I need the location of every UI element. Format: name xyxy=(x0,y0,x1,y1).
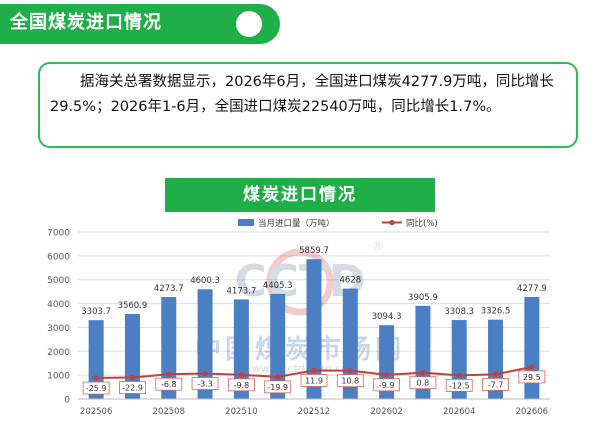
chart-title: 煤炭进口情况 xyxy=(243,185,357,205)
bar-value-label: 3308.3 xyxy=(444,307,474,317)
line-value-label: 0.8 xyxy=(417,379,430,388)
x-tick-label: 202506 xyxy=(80,407,112,417)
line-point xyxy=(202,370,208,377)
x-tick-label: 202604 xyxy=(443,407,475,417)
line-value-label: 10.8 xyxy=(341,377,359,386)
bar-value-label: 4277.9 xyxy=(517,284,547,294)
line-point xyxy=(384,372,390,378)
y-tick-label: 5000 xyxy=(47,276,70,286)
bar-value-label: 4173.7 xyxy=(227,286,257,296)
line-value-label: -6.8 xyxy=(161,380,177,389)
legend: 当月进口量（万吨） 同比(%) xyxy=(238,218,438,229)
line-point xyxy=(166,371,172,377)
y-axis: 0 1000 2000 3000 4000 5000 6000 7000 xyxy=(47,229,70,406)
line-point xyxy=(275,374,281,380)
x-tick-label: 202512 xyxy=(298,407,330,417)
line-value-label: -22.9 xyxy=(122,383,143,392)
bar-value-label: 3905.9 xyxy=(408,293,438,303)
line-value-label: 29.5 xyxy=(523,373,541,382)
line-point xyxy=(492,371,499,377)
bar-value-label: 3094.3 xyxy=(372,312,402,322)
legend-bar-label: 当月进口量（万吨） xyxy=(258,218,335,229)
legend-line-label: 同比(%) xyxy=(406,218,438,229)
line-point xyxy=(529,364,535,370)
x-tick-label: 202508 xyxy=(153,407,185,417)
x-tick-label: 202606 xyxy=(516,407,548,417)
summary-box: 据海关总署数据显示，2026年6月，全国进口煤炭4277.9万吨，同比增长29.… xyxy=(38,62,578,148)
y-tick-label: 3000 xyxy=(47,324,70,334)
y-tick-label: 0 xyxy=(64,396,70,406)
line-point xyxy=(93,375,99,381)
watermark-name: 中国煤炭市场网 xyxy=(195,334,405,365)
bar-value-label: 3560.9 xyxy=(118,301,148,311)
x-axis: 202506 202508 202510 202512 202602 202604 2026… xyxy=(78,398,550,417)
bar-value-label: 5859.7 xyxy=(299,246,329,256)
line-value-label: -25.9 xyxy=(86,384,107,393)
bar xyxy=(524,296,540,399)
line-value-label: -3.3 xyxy=(197,380,213,389)
line-value-label: -12.5 xyxy=(449,381,470,390)
legend-line-marker xyxy=(389,219,395,226)
line-point xyxy=(456,372,462,378)
bar-value-label: 4628 xyxy=(339,276,361,286)
bar-value-label: 3303.7 xyxy=(81,307,111,317)
y-tick-label: 4000 xyxy=(47,300,70,310)
header-banner: 全国煤炭进口情况 xyxy=(0,4,280,44)
coal-import-chart: 0 1000 2000 3000 4000 5000 6000 7000 CCTD ® 中国煤… xyxy=(47,218,550,417)
y-tick-label: 6000 xyxy=(47,252,70,262)
line-value-label: -9.8 xyxy=(234,381,250,390)
bar-value-label: 4405.3 xyxy=(263,281,293,291)
line-point xyxy=(238,372,244,378)
y-tick-label: 2000 xyxy=(47,348,70,358)
line-point xyxy=(311,367,317,374)
line-value-label: -9.9 xyxy=(379,381,395,390)
line-value-label: -19.9 xyxy=(267,383,288,392)
page-title: 全国煤炭进口情况 xyxy=(10,12,162,33)
y-tick-label: 1000 xyxy=(47,372,70,382)
summary-text: 据海关总署数据显示，2026年6月，全国进口煤炭4277.9万吨，同比增长29.… xyxy=(50,74,554,115)
line-value-label: 11.9 xyxy=(305,376,323,385)
watermark-registered: ® xyxy=(372,239,384,253)
line-point xyxy=(129,374,136,381)
bar-value-label: 3326.5 xyxy=(481,307,511,317)
line-point xyxy=(347,368,353,374)
chart-title-banner: 煤炭进口情况 xyxy=(165,178,435,212)
bar-value-label: 4600.3 xyxy=(190,276,220,286)
line-value-label: -7.7 xyxy=(488,380,504,389)
x-tick-label: 202602 xyxy=(370,407,402,417)
watermark: CCTD ® 中国煤炭市场网 www.cctd.com.cn xyxy=(195,239,405,375)
y-tick-label: 7000 xyxy=(47,229,70,239)
circle-icon xyxy=(236,11,262,37)
x-tick-label: 202510 xyxy=(225,407,257,417)
bar-value-label: 4273.7 xyxy=(154,284,184,294)
line-point xyxy=(420,370,426,376)
legend-bar-swatch xyxy=(238,219,254,226)
